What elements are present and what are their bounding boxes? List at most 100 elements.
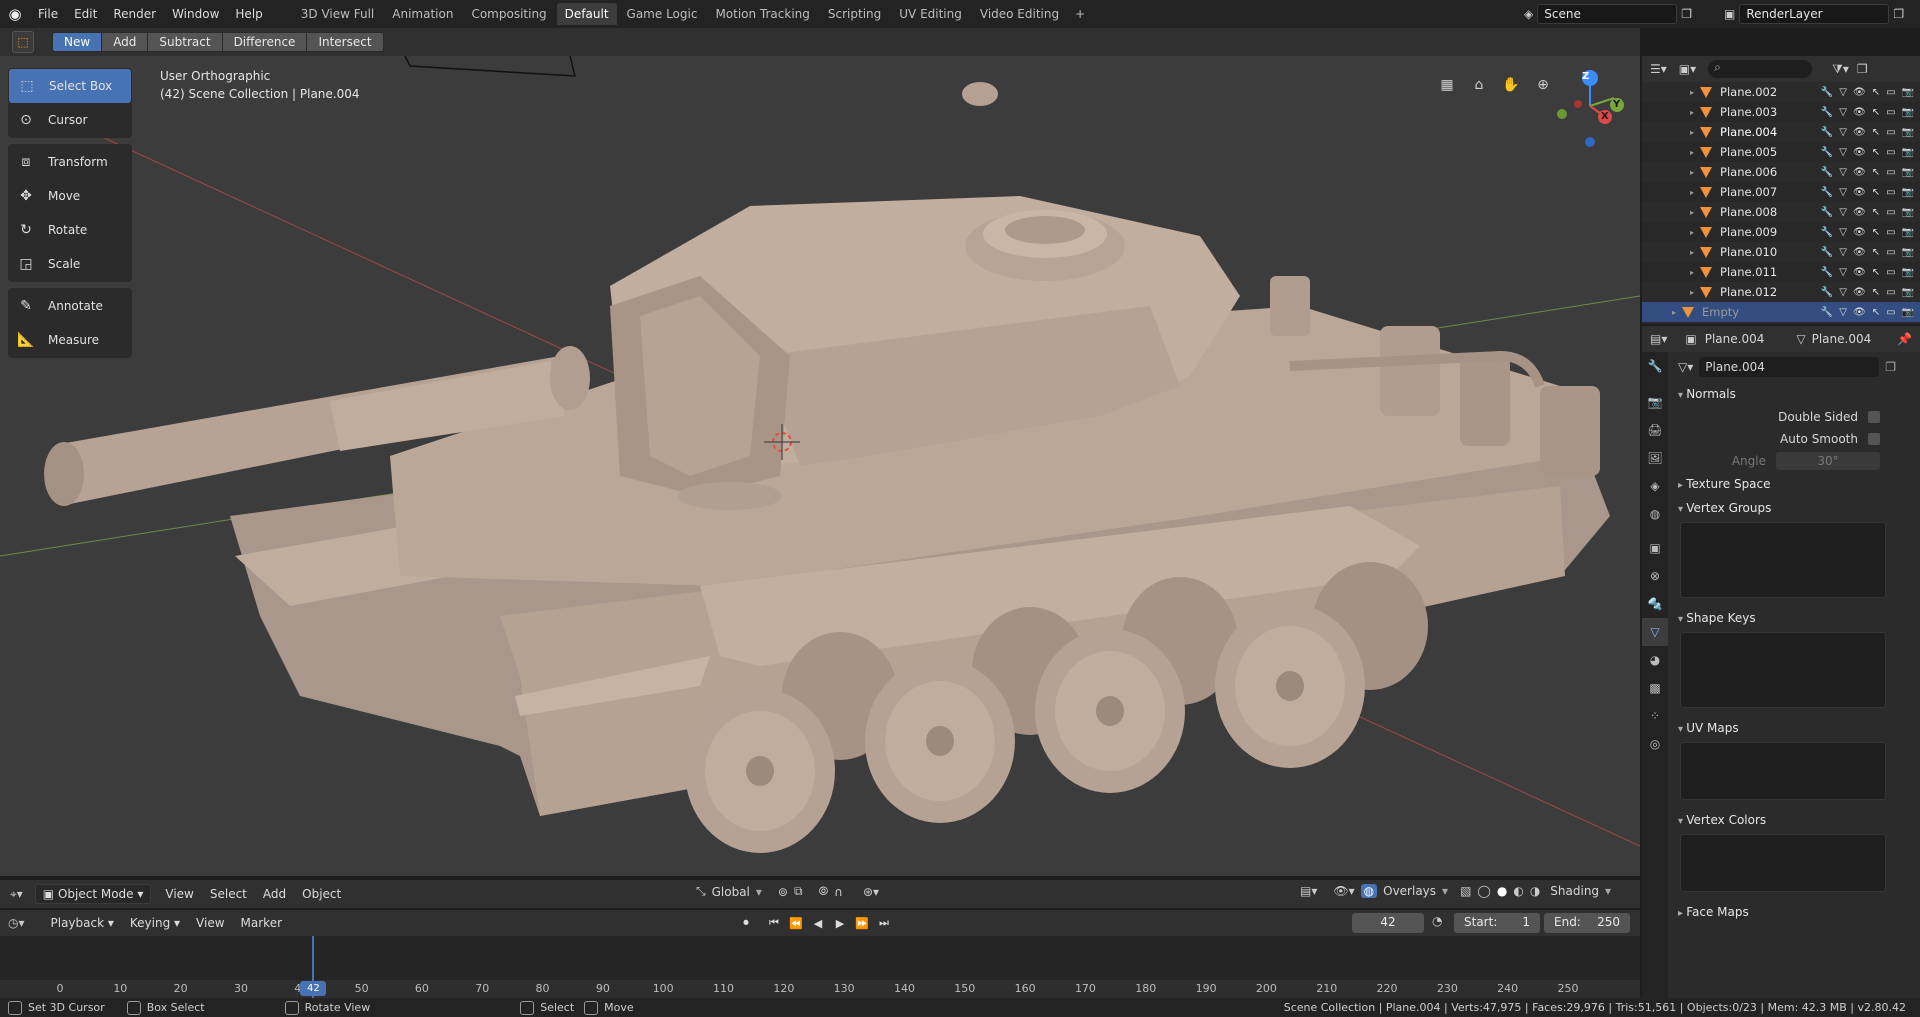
tab-scripting[interactable]: Scripting (820, 3, 889, 25)
panel-vertex-groups[interactable]: Vertex Groups (1672, 496, 1920, 520)
viewport-icon[interactable]: ▭ (1886, 127, 1895, 138)
add-workspace-button[interactable]: + (1069, 7, 1091, 21)
modifiers-tab-icon[interactable]: 🔩 (1642, 590, 1668, 618)
panel-texture-space[interactable]: Texture Space (1672, 472, 1920, 496)
properties-editor-icon[interactable]: ▤▾ (1650, 332, 1667, 346)
render-camera-icon[interactable]: 📷 (1902, 127, 1914, 138)
wrench-icon[interactable]: 🔧 (1821, 87, 1833, 98)
render-layer-field[interactable]: RenderLayer (1739, 4, 1890, 24)
zoom-icon[interactable]: ⊕ (1530, 72, 1556, 98)
eye-icon[interactable]: 👁 (1853, 87, 1866, 98)
viewport-icon[interactable]: ▭ (1886, 187, 1895, 198)
select-arrow-icon[interactable]: ↖ (1872, 167, 1880, 178)
select-arrow-icon[interactable]: ↖ (1872, 247, 1880, 258)
double-sided-checkbox[interactable] (1868, 411, 1880, 423)
fake-user-icon[interactable]: ❐ (1885, 360, 1896, 374)
panel-shape-keys[interactable]: Shape Keys (1672, 606, 1920, 630)
select-arrow-icon[interactable]: ↖ (1872, 187, 1880, 198)
menu-view[interactable]: View (157, 887, 201, 901)
expand-arrow-icon[interactable]: ▸ (1690, 228, 1694, 237)
mode-dropdown[interactable]: ▣ Object Mode ▾ (34, 884, 152, 904)
select-arrow-icon[interactable]: ↖ (1872, 287, 1880, 298)
wrench-icon[interactable]: 🔧 (1821, 287, 1833, 298)
mesh-data-tab-icon[interactable]: ▽ (1642, 618, 1668, 646)
tab-3d-view-full[interactable]: 3D View Full (293, 3, 383, 25)
pan-hand-icon[interactable]: ✋ (1498, 72, 1524, 98)
intersect-button[interactable]: Intersect (306, 32, 384, 52)
panel-face-maps[interactable]: Face Maps (1672, 900, 1920, 924)
eye-icon[interactable]: 👁 (1853, 307, 1866, 318)
select-arrow-icon[interactable]: ↖ (1872, 227, 1880, 238)
eye-icon[interactable]: 👁 (1853, 227, 1866, 238)
mesh-data-icon[interactable]: ▽ (1839, 247, 1847, 258)
scene-tab-icon[interactable]: ◈ (1642, 472, 1668, 500)
rendered-shading-icon[interactable]: ◑ (1530, 884, 1540, 898)
material-tab-icon[interactable]: ◕ (1642, 646, 1668, 674)
render-tab-icon[interactable]: 📷 (1642, 388, 1668, 416)
expand-arrow-icon[interactable]: ▸ (1690, 208, 1694, 217)
play-reverse-icon[interactable]: ◀ (808, 913, 828, 933)
expand-arrow-icon[interactable]: ▸ (1690, 268, 1694, 277)
record-icon[interactable]: ⏺ (736, 913, 756, 933)
end-frame-field[interactable]: End: 250 (1544, 913, 1630, 933)
eye-icon[interactable]: 👁 (1853, 287, 1866, 298)
wrench-icon[interactable]: 🔧 (1821, 107, 1833, 118)
wrench-icon[interactable]: 🔧 (1821, 147, 1833, 158)
overlays-icon[interactable]: ◍ (1360, 884, 1378, 898)
select-arrow-icon[interactable]: ↖ (1872, 207, 1880, 218)
active-tool-icon[interactable]: ⬚ (12, 31, 34, 53)
eye-icon[interactable]: 👁 (1853, 207, 1866, 218)
new-collection-icon[interactable]: ❐ (1857, 62, 1868, 76)
select-arrow-icon[interactable]: ↖ (1872, 87, 1880, 98)
scene-field[interactable]: Scene (1537, 4, 1678, 24)
viewport-icon[interactable]: ▭ (1886, 227, 1895, 238)
shading-dropdown[interactable]: Shading (1550, 884, 1599, 898)
menu-timeline-view[interactable]: View (188, 916, 232, 930)
viewport-icon[interactable]: ▭ (1886, 287, 1895, 298)
menu-keying[interactable]: Keying ▾ (122, 916, 188, 930)
tab-game-logic[interactable]: Game Logic (619, 3, 706, 25)
object-tab-icon[interactable]: ▣ (1642, 534, 1668, 562)
tool-cursor[interactable]: ⊙ Cursor (8, 103, 132, 137)
mesh-data-icon[interactable]: ▽ (1839, 147, 1847, 158)
menu-edit[interactable]: Edit (66, 0, 105, 28)
angle-field[interactable]: 30° (1776, 452, 1880, 470)
eye-icon[interactable]: 👁 (1853, 167, 1866, 178)
viewport-icon[interactable]: ▭ (1886, 167, 1895, 178)
overlays-dropdown[interactable]: Overlays (1383, 884, 1436, 898)
timeline-editor-icon[interactable]: ◷▾ (8, 916, 25, 930)
menu-file[interactable]: File (30, 0, 66, 28)
mesh-data-icon[interactable]: ▽ (1839, 267, 1847, 278)
view-layer-icon[interactable]: ▤▾ (1300, 884, 1317, 898)
outliner-row[interactable]: ▸ Empty 🔧 ▽ 👁 ↖ ▭ 📷 (1642, 302, 1920, 322)
outliner-row[interactable]: ▸ Plane.006 🔧 ▽ 👁 ↖ ▭ 📷 (1642, 162, 1920, 182)
pin-icon[interactable]: 📌 (1897, 332, 1920, 346)
camera-view-icon[interactable]: ⌂ (1466, 72, 1492, 98)
subtract-button[interactable]: Subtract (147, 32, 223, 52)
wireframe-shading-icon[interactable]: ◯ (1477, 884, 1490, 898)
mesh-name-breadcrumb[interactable]: Plane.004 (1812, 332, 1872, 346)
shape-keys-list[interactable] (1680, 632, 1886, 708)
menu-render[interactable]: Render (105, 0, 164, 28)
viewport-icon[interactable]: ▭ (1886, 307, 1895, 318)
3d-viewport[interactable]: Z Y X User Orthographic (42) Scene Colle… (0, 56, 1640, 876)
start-frame-field[interactable]: Start: 1 (1454, 913, 1540, 933)
render-camera-icon[interactable]: 📷 (1902, 147, 1914, 158)
menu-marker[interactable]: Marker (233, 916, 290, 930)
mesh-data-icon[interactable]: ▽ (1839, 127, 1847, 138)
particles-tab-icon[interactable]: ⁘ (1642, 702, 1668, 730)
viewport-icon[interactable]: ▭ (1886, 107, 1895, 118)
tab-default[interactable]: Default (556, 3, 617, 25)
texture-tab-icon[interactable]: ▩ (1642, 674, 1668, 702)
physics-tab-icon[interactable]: ◎ (1642, 730, 1668, 758)
wrench-icon[interactable]: 🔧 (1821, 187, 1833, 198)
mesh-data-icon[interactable]: ▽ (1839, 227, 1847, 238)
world-tab-icon[interactable]: ◍ (1642, 500, 1668, 528)
menu-window[interactable]: Window (164, 0, 227, 28)
panel-vertex-colors[interactable]: Vertex Colors (1672, 808, 1920, 832)
mesh-data-icon[interactable]: ▽ (1839, 307, 1847, 318)
output-tab-icon[interactable]: 🖨 (1642, 416, 1668, 444)
viewport-icon[interactable]: ▭ (1886, 147, 1895, 158)
tool-tab-icon[interactable]: 🔧 (1642, 352, 1668, 380)
proportional-icon[interactable]: ⦾ (819, 884, 829, 899)
